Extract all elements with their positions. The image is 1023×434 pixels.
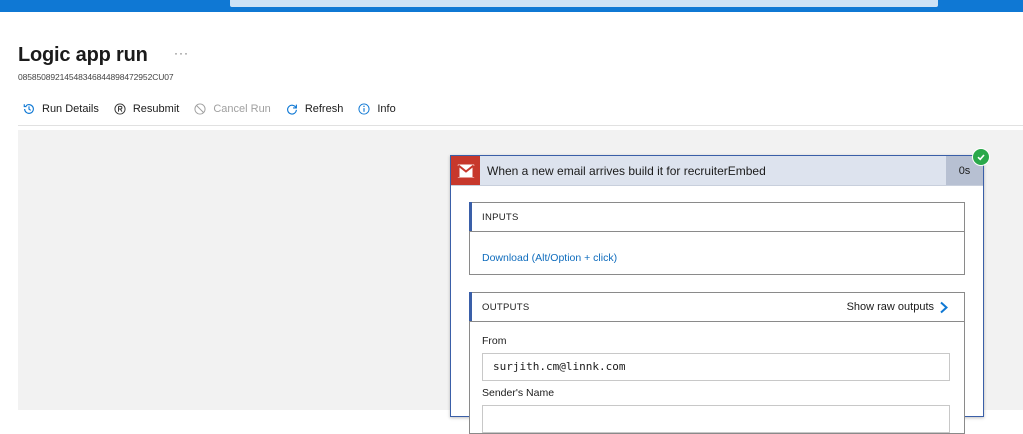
from-field: surjith.cm@linnk.com [482, 353, 950, 381]
outputs-header: OUTPUTS Show raw outputs [470, 293, 964, 322]
inputs-label: INPUTS [482, 212, 519, 223]
inputs-header: INPUTS [470, 203, 964, 232]
refresh-icon [286, 104, 297, 115]
step-header[interactable]: When a new email arrives build it for re… [451, 156, 983, 186]
cancel-icon [194, 103, 206, 115]
resubmit-icon [114, 103, 126, 115]
outputs-label: OUTPUTS [482, 302, 530, 313]
show-raw-outputs-link[interactable]: Show raw outputs [847, 301, 934, 313]
history-icon [23, 104, 34, 114]
from-value: surjith.cm@linnk.com [493, 360, 626, 373]
sender-name-label: Sender's Name [482, 387, 555, 399]
toolbar-divider [18, 125, 1023, 126]
run-details-label: Run Details [42, 103, 99, 115]
chevron-right-icon[interactable] [938, 301, 950, 314]
gmail-icon [457, 164, 474, 177]
run-id: 08585089214548346844898472952CU07 [18, 72, 174, 82]
refresh-button[interactable]: Refresh [285, 102, 344, 116]
download-inputs-link[interactable]: Download (Alt/Option + click) [482, 252, 617, 264]
resubmit-button[interactable]: Resubmit [113, 102, 179, 116]
portal-top-bar [0, 0, 1023, 12]
from-label: From [482, 335, 507, 347]
outputs-panel: OUTPUTS Show raw outputs From surjith.cm… [469, 292, 965, 434]
info-button[interactable]: Info [357, 102, 396, 116]
info-icon [358, 103, 370, 115]
trigger-step-card: When a new email arrives build it for re… [450, 155, 984, 434]
cancel-run-label: Cancel Run [213, 103, 271, 115]
sender-name-field [482, 405, 950, 433]
more-options-button[interactable]: ··· [174, 46, 189, 60]
info-label: Info [377, 103, 396, 115]
resubmit-label: Resubmit [132, 103, 180, 115]
inputs-panel: INPUTS Download (Alt/Option + click) [469, 202, 965, 275]
success-check-icon [972, 148, 990, 166]
refresh-label: Refresh [304, 103, 344, 115]
step-title: When a new email arrives build it for re… [487, 164, 766, 178]
run-details-button[interactable]: Run Details [22, 102, 99, 116]
cancel-run-button[interactable]: Cancel Run [193, 102, 271, 116]
page-title: Logic app run [18, 44, 148, 66]
toolbar: Run Details Resubmit Cancel Run Refresh … [22, 101, 410, 117]
gmail-connector-badge [451, 156, 480, 185]
global-search-bar[interactable] [230, 0, 938, 7]
